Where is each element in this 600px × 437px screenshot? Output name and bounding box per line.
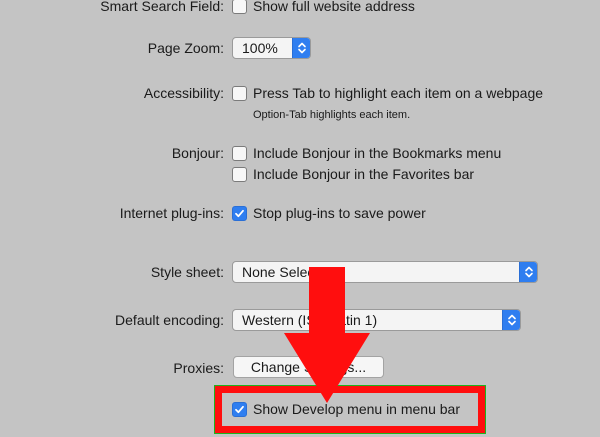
proxies-label: Proxies: bbox=[173, 360, 224, 376]
show-develop-menu-checkbox[interactable] bbox=[232, 401, 247, 417]
chevron-updown-icon bbox=[502, 310, 520, 330]
accessibility-option[interactable]: Press Tab to highlight each item on a we… bbox=[232, 84, 543, 102]
default-encoding-label: Default encoding: bbox=[115, 312, 224, 328]
checkmark-icon bbox=[235, 405, 244, 413]
stop-plugins-text: Stop plug-ins to save power bbox=[253, 205, 426, 221]
bonjour-bookmarks-checkbox[interactable] bbox=[232, 145, 247, 161]
show-full-address-checkbox[interactable] bbox=[232, 0, 247, 14]
show-full-address-option[interactable]: Show full website address bbox=[232, 0, 415, 15]
stop-plugins-option[interactable]: Stop plug-ins to save power bbox=[232, 204, 426, 222]
accessibility-checkbox[interactable] bbox=[232, 85, 247, 101]
bonjour-bookmarks-option[interactable]: Include Bonjour in the Bookmarks menu bbox=[232, 144, 501, 162]
bonjour-favorites-checkbox[interactable] bbox=[232, 166, 247, 182]
page-zoom-select[interactable]: 100% bbox=[232, 37, 311, 59]
show-full-address-text: Show full website address bbox=[253, 0, 415, 14]
style-sheet-select[interactable]: None Selected bbox=[232, 261, 538, 283]
bonjour-favorites-text: Include Bonjour in the Favorites bar bbox=[253, 166, 475, 182]
checkmark-icon bbox=[235, 209, 244, 217]
bonjour-favorites-option[interactable]: Include Bonjour in the Favorites bar bbox=[232, 165, 474, 183]
default-encoding-select[interactable]: Western (ISO Latin 1) bbox=[232, 309, 521, 331]
red-down-arrow-icon bbox=[284, 267, 370, 403]
chevron-updown-icon bbox=[519, 262, 537, 282]
chevron-updown-icon bbox=[292, 38, 310, 58]
stop-plugins-checkbox[interactable] bbox=[232, 205, 247, 221]
page-zoom-value: 100% bbox=[242, 40, 278, 56]
page-zoom-label: Page Zoom: bbox=[147, 40, 224, 56]
smart-search-label: Smart Search Field: bbox=[100, 0, 224, 14]
bonjour-bookmarks-text: Include Bonjour in the Bookmarks menu bbox=[253, 145, 502, 161]
bonjour-label: Bonjour: bbox=[171, 145, 224, 161]
style-sheet-label: Style sheet: bbox=[150, 264, 224, 280]
accessibility-note: Option-Tab highlights each item. bbox=[253, 109, 411, 121]
plugins-label: Internet plug-ins: bbox=[119, 205, 224, 221]
accessibility-text: Press Tab to highlight each item on a we… bbox=[253, 85, 544, 101]
accessibility-label: Accessibility: bbox=[143, 85, 224, 101]
